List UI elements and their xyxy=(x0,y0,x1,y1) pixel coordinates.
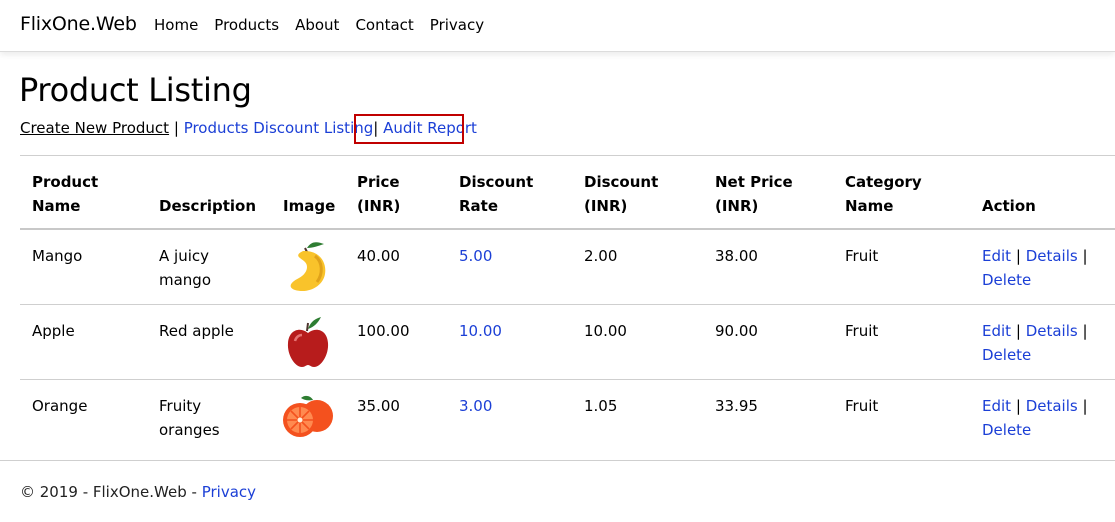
net-price-value: 38.00 xyxy=(715,247,758,265)
product-description: A juicy mango xyxy=(159,247,212,289)
header-discount-rate: Discount Rate xyxy=(459,173,534,215)
header-description: Description xyxy=(159,197,257,215)
details-link[interactable]: Details xyxy=(1026,247,1078,265)
link-separator: | xyxy=(173,119,179,137)
header-category: Category Name xyxy=(845,173,922,215)
row-actions: Edit | Details | Delete xyxy=(982,397,1088,439)
table-header-rule xyxy=(20,228,1115,230)
row-actions: Edit | Details | Delete xyxy=(982,247,1088,289)
details-link[interactable]: Details xyxy=(1026,397,1078,415)
product-name: Mango xyxy=(32,247,83,265)
edit-link[interactable]: Edit xyxy=(982,247,1011,265)
header-price: Price (INR) xyxy=(357,173,401,215)
discount-value: 2.00 xyxy=(584,247,618,265)
net-price-value: 33.95 xyxy=(715,397,758,415)
table-top-rule xyxy=(20,155,1115,156)
header-product-name: Product Name xyxy=(32,173,99,215)
edit-link[interactable]: Edit xyxy=(982,322,1011,340)
category-name: Fruit xyxy=(845,247,879,265)
discount-value: 10.00 xyxy=(584,322,627,340)
row-actions: Edit | Details | Delete xyxy=(982,322,1088,364)
page-footer: © 2019 - FlixOne.Web - Privacy xyxy=(20,483,256,501)
category-name: Fruit xyxy=(845,322,879,340)
row-divider xyxy=(20,304,1115,305)
row-divider xyxy=(20,379,1115,380)
nav-home[interactable]: Home xyxy=(154,16,198,34)
price-value: 40.00 xyxy=(357,247,400,265)
header-action: Action xyxy=(982,197,1036,215)
audit-report-highlight xyxy=(354,114,464,144)
delete-link[interactable]: Delete xyxy=(982,346,1031,364)
edit-link[interactable]: Edit xyxy=(982,397,1011,415)
header-net-price: Net Price (INR) xyxy=(715,173,793,215)
brand-link[interactable]: FlixOne.Web xyxy=(20,13,137,35)
create-new-product-link[interactable]: Create New Product xyxy=(20,119,169,137)
product-description: Red apple xyxy=(159,322,234,340)
discount-rate-link[interactable]: 5.00 xyxy=(459,244,492,268)
discount-rate-link[interactable]: 10.00 xyxy=(459,319,502,343)
header-discount: Discount (INR) xyxy=(584,173,659,215)
nav-contact[interactable]: Contact xyxy=(355,16,413,34)
footer-rule xyxy=(0,460,1115,461)
footer-privacy-link[interactable]: Privacy xyxy=(202,483,256,501)
top-navbar: FlixOne.Web Home Products About Contact … xyxy=(0,0,1115,52)
header-image: Image xyxy=(283,197,336,215)
price-value: 100.00 xyxy=(357,322,410,340)
nav-menu: Home Products About Contact Privacy xyxy=(154,16,500,34)
orange-icon xyxy=(283,395,333,437)
mango-icon xyxy=(290,242,326,292)
product-name: Orange xyxy=(32,397,88,415)
discount-value: 1.05 xyxy=(584,397,618,415)
price-value: 35.00 xyxy=(357,397,400,415)
nav-products[interactable]: Products xyxy=(214,16,279,34)
footer-copyright: © 2019 - FlixOne.Web - xyxy=(20,483,202,501)
product-description: Fruity oranges xyxy=(159,397,220,439)
nav-about[interactable]: About xyxy=(295,16,339,34)
net-price-value: 90.00 xyxy=(715,322,758,340)
discount-rate-link[interactable]: 3.00 xyxy=(459,394,492,418)
details-link[interactable]: Details xyxy=(1026,322,1078,340)
nav-privacy[interactable]: Privacy xyxy=(430,16,484,34)
delete-link[interactable]: Delete xyxy=(982,271,1031,289)
category-name: Fruit xyxy=(845,397,879,415)
page-title: Product Listing xyxy=(19,71,252,109)
product-name: Apple xyxy=(32,322,75,340)
products-discount-listing-link[interactable]: Products Discount Listing xyxy=(184,119,374,137)
delete-link[interactable]: Delete xyxy=(982,421,1031,439)
apple-icon xyxy=(287,317,329,367)
